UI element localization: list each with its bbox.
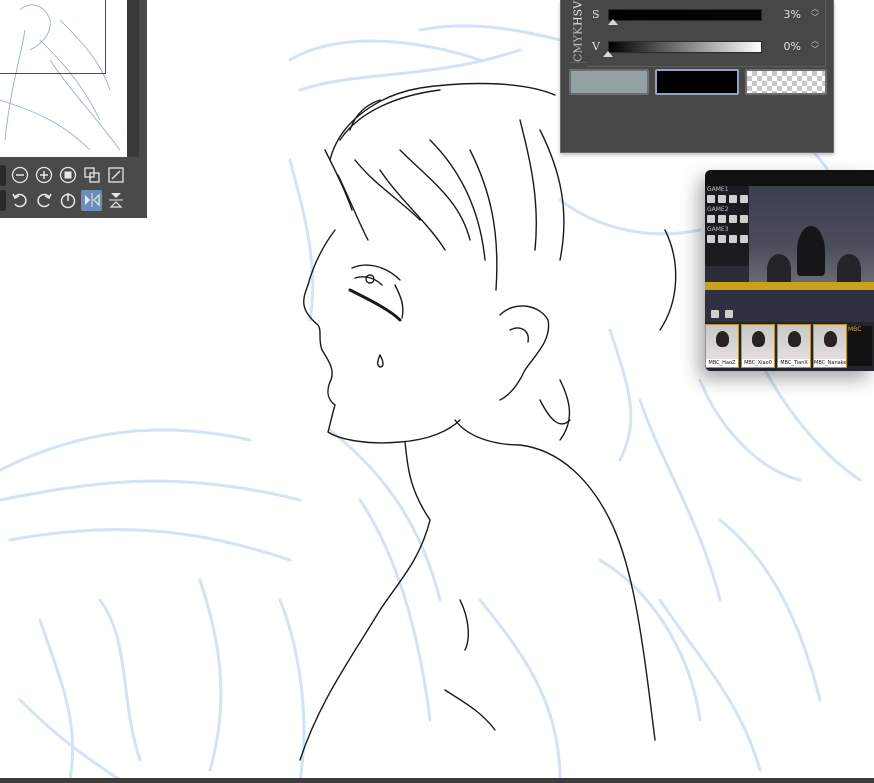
person-figure <box>797 226 825 276</box>
flip-horizontal-button[interactable] <box>81 189 102 211</box>
navigator-scrollbar[interactable] <box>127 0 139 157</box>
navigator-slider-handle[interactable] <box>0 164 6 186</box>
rotate-right-icon <box>36 193 52 208</box>
flip-vertical-button[interactable] <box>105 190 126 211</box>
zoom-out-icon <box>11 166 28 184</box>
actual-size-icon <box>83 167 100 183</box>
person-figure <box>767 254 791 284</box>
stream-desk-bar <box>705 282 874 290</box>
player-card: MBC_HaoZ <box>705 324 739 368</box>
stream-hud-panel: GAME1 GAME2 GAME3 <box>705 186 749 266</box>
chevron-down-icon[interactable]: ﹀ <box>811 13 819 22</box>
value-slider-row: V 0% ︿ ﹀ <box>587 34 825 60</box>
color-mode-tabs: HSV CMYK <box>569 0 587 63</box>
actual-size-button[interactable] <box>81 165 102 186</box>
lock-icon <box>711 310 719 318</box>
value-slider[interactable] <box>608 41 762 53</box>
flip-horizontal-icon <box>84 193 100 207</box>
hud-label: GAME1 <box>707 186 729 193</box>
stream-lower-panel <box>705 290 874 322</box>
hud-label: GAME2 <box>707 206 729 213</box>
chevron-up-icon[interactable]: ︿ <box>811 36 819 45</box>
team-logo: MBC <box>848 326 872 366</box>
saturation-slider[interactable] <box>608 9 762 21</box>
sliders-box: S 3% ︿ ﹀ V 0% ︿ ﹀ <box>587 0 826 67</box>
transparent-color-swatch[interactable] <box>745 69 827 95</box>
tab-hsv[interactable]: HSV <box>569 0 587 26</box>
sub-color-swatch[interactable] <box>655 69 739 95</box>
saturation-label: S <box>592 8 600 21</box>
zoom-in-button[interactable] <box>33 165 54 186</box>
chevron-up-icon[interactable]: ︿ <box>811 4 819 13</box>
value-value[interactable]: 0% <box>765 40 801 53</box>
value-spinner[interactable]: ︿ ﹀ <box>809 36 821 56</box>
hud-label: GAME3 <box>707 226 729 233</box>
lock-icon <box>718 235 726 243</box>
player-card: MBC_Nanake <box>813 324 847 368</box>
player-cards: MBC_HaoZ MBC_Xiao0 MBC_TianX MBC_Nanake … <box>705 322 874 371</box>
player-photo <box>788 331 801 347</box>
color-swatches <box>567 69 827 99</box>
navigator-slider-handle-2[interactable] <box>0 189 6 211</box>
reset-rotation-icon <box>60 193 75 209</box>
lock-icon <box>740 215 748 223</box>
lock-row <box>707 195 748 203</box>
flip-vertical-icon <box>108 193 123 208</box>
player-name: MBC_Xiao0 <box>742 359 774 367</box>
lock-icon <box>740 195 748 203</box>
lock-row <box>707 215 748 223</box>
color-slider-panel: HSV CMYK S 3% ︿ ﹀ V 0% ︿ ﹀ <box>560 0 834 153</box>
lock-icon <box>707 195 715 203</box>
saturation-slider-row: S 3% ︿ ﹀ <box>587 2 825 28</box>
lock-row <box>707 235 748 243</box>
expand-icon <box>107 167 124 183</box>
fit-window-button[interactable] <box>105 165 126 186</box>
lock-icon <box>718 195 726 203</box>
person-figure <box>837 254 861 284</box>
chevron-down-icon[interactable]: ﹀ <box>811 45 819 54</box>
player-card: MBC_TianX <box>777 324 811 368</box>
rotate-left-button[interactable] <box>9 190 30 211</box>
saturation-value[interactable]: 3% <box>765 8 801 21</box>
rotate-right-button[interactable] <box>33 190 54 211</box>
saturation-spinner[interactable]: ︿ ﹀ <box>809 4 821 24</box>
fit-view-button[interactable] <box>57 165 78 186</box>
tab-cmyk[interactable]: CMYK <box>569 26 587 63</box>
navigator-view-frame[interactable] <box>0 0 106 74</box>
lock-icon <box>729 195 737 203</box>
lock-icon <box>729 235 737 243</box>
lock-icon <box>707 235 715 243</box>
lock-icon <box>718 215 726 223</box>
value-slider-handle[interactable] <box>603 51 613 57</box>
lock-icon <box>725 310 733 318</box>
main-color-swatch[interactable] <box>569 69 649 95</box>
player-name: MBC_TianX <box>778 359 810 367</box>
saturation-slider-handle[interactable] <box>607 19 618 25</box>
zoom-in-icon <box>35 166 52 184</box>
lock-icon <box>740 235 748 243</box>
stream-top-banner <box>705 170 874 186</box>
player-photo <box>716 331 729 347</box>
value-label: V <box>592 40 600 53</box>
navigator-preview[interactable] <box>0 0 127 157</box>
rotate-left-icon <box>11 193 27 208</box>
status-bar <box>0 778 874 783</box>
player-photo <box>824 331 837 347</box>
player-photo <box>752 331 765 347</box>
reset-rotation-button[interactable] <box>57 190 78 211</box>
lineart-layer <box>299 82 677 761</box>
player-name: MBC_HaoZ <box>706 359 738 367</box>
stop-icon <box>59 166 76 184</box>
lock-icon <box>729 215 737 223</box>
navigator-panel <box>0 0 147 218</box>
player-name: MBC_Nanake <box>814 359 846 367</box>
zoom-out-button[interactable] <box>9 165 30 186</box>
lock-icon <box>707 215 715 223</box>
stream-stage-image <box>749 186 874 286</box>
video-overlay-window[interactable]: GAME1 GAME2 GAME3 MBC_HaoZ MBC_Xiao0 MBC… <box>705 170 874 371</box>
player-card: MBC_Xiao0 <box>741 324 775 368</box>
